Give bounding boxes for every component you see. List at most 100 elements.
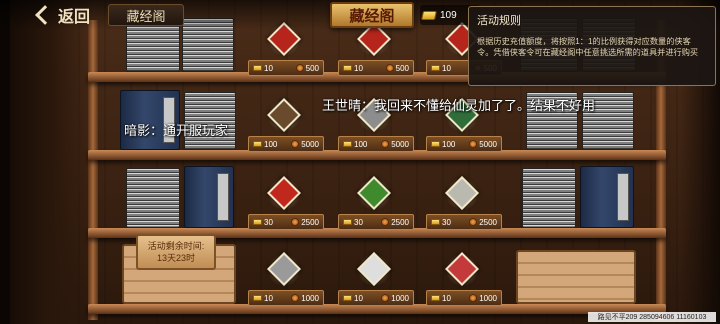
shop-item[interactable]: 30 2500 <box>338 176 414 234</box>
gold-price-value: 30 <box>442 217 451 227</box>
gold-price: 100 <box>431 140 455 149</box>
green-gem-box-icon <box>355 176 395 212</box>
token-coin-icon <box>469 140 478 148</box>
gold-price-value: 100 <box>354 139 368 149</box>
gold-price: 10 <box>431 64 451 73</box>
gold-ingot-icon <box>431 65 440 71</box>
gold-ingot-icon <box>253 219 262 225</box>
token-price: 1000 <box>381 294 409 303</box>
back-label: 返回 <box>58 9 91 26</box>
shop-item[interactable]: 10 1000 <box>426 252 502 310</box>
gold-price: 10 <box>343 294 363 303</box>
blue-book <box>580 166 634 228</box>
token-price: 5000 <box>469 140 497 149</box>
shop-item[interactable]: 30 2500 <box>248 176 324 234</box>
rules-title: 活动规则 <box>477 15 521 27</box>
timer-value: 13天23时 <box>156 253 196 263</box>
gold-price-value: 10 <box>354 63 363 73</box>
player-id-footer: 路见不平209 285094606 11160103 <box>588 312 716 322</box>
gold-price-value: 10 <box>264 293 273 303</box>
token-coin-icon <box>469 218 478 226</box>
token-price-value: 5000 <box>391 139 409 149</box>
back-button[interactable]: 返回 <box>35 4 91 26</box>
token-price-value: 1000 <box>301 293 319 303</box>
item-price-bar: 100 5000 <box>248 136 324 152</box>
shop-item[interactable]: 30 2500 <box>426 176 502 234</box>
item-price-bar: 100 5000 <box>426 136 502 152</box>
chat-message: 王世晴：我回来不懂给仙灵加了了。结果不好用 <box>322 98 596 113</box>
token-coin-icon <box>291 140 300 148</box>
token-price-value: 2500 <box>391 217 409 227</box>
gold-price: 10 <box>343 64 363 73</box>
gold-ingot-icon <box>253 65 262 71</box>
item-price-bar: 30 2500 <box>426 214 502 230</box>
gold-amount: 109 <box>440 9 457 21</box>
token-price: 500 <box>385 63 409 73</box>
item-price-bar: 10 1000 <box>338 290 414 306</box>
token-coin-icon <box>295 64 304 72</box>
token-price-value: 500 <box>395 63 409 73</box>
gold-price-value: 30 <box>264 217 273 227</box>
gold-price: 30 <box>431 218 451 227</box>
gold-price-value: 10 <box>354 293 363 303</box>
gold-price: 10 <box>253 294 273 303</box>
token-coin-icon <box>381 218 390 226</box>
token-price: 2500 <box>291 218 319 227</box>
token-price-value: 2500 <box>479 217 497 227</box>
silver-ore-icon <box>443 176 483 212</box>
item-price-bar: 10 1000 <box>426 290 502 306</box>
gold-ingot-icon <box>253 295 262 301</box>
gold-price: 100 <box>253 140 277 149</box>
shop-item[interactable]: 10 1000 <box>338 252 414 310</box>
left-curtain <box>0 0 92 324</box>
token-price-value: 1000 <box>391 293 409 303</box>
gold-ingot-icon <box>431 141 440 147</box>
gold-price: 30 <box>253 218 273 227</box>
gold-ingot-icon <box>343 295 352 301</box>
red-gem-box-icon <box>265 176 305 212</box>
gold-price: 30 <box>343 218 363 227</box>
token-price-value: 500 <box>305 63 319 73</box>
item-price-bar: 10 500 <box>248 60 324 76</box>
token-coin-icon <box>381 294 390 302</box>
gold-price-value: 100 <box>264 139 278 149</box>
shop-item[interactable]: 10 500 <box>248 22 324 80</box>
gold-ingot-icon <box>431 295 440 301</box>
gold-ingot-icon <box>343 65 352 71</box>
item-price-bar: 10 500 <box>338 60 414 76</box>
gold-price: 100 <box>343 140 367 149</box>
token-coin-icon <box>291 218 300 226</box>
gold-ingot-icon <box>343 219 352 225</box>
silver-shard-icon <box>265 252 305 288</box>
screen-edge <box>0 0 10 324</box>
scroll-portrait-icon <box>265 98 305 134</box>
shop-item[interactable]: 10 500 <box>338 22 414 80</box>
red-silver-crystal-icon <box>443 252 483 288</box>
event-timer-sign: 活动剩余时间: 13天23时 <box>136 234 216 270</box>
tab-library[interactable]: 藏经阁 <box>108 4 184 26</box>
gold-ingot-icon <box>253 141 262 147</box>
token-price: 500 <box>295 63 319 73</box>
shop-item[interactable]: 100 5000 <box>248 98 324 156</box>
rules-text: 根据历史充值额度，将按照1：1的比例获得对应数量的侠客令。凭借侠客令可在藏经阁中… <box>477 37 699 57</box>
page-title: 藏经阁 <box>330 2 414 28</box>
wooden-crate <box>516 250 636 304</box>
token-coin-icon <box>469 294 478 302</box>
token-price: 5000 <box>381 140 409 149</box>
shelf-post-left <box>88 20 98 320</box>
back-arrow-icon <box>35 5 55 25</box>
shop-item[interactable]: 10 1000 <box>248 252 324 310</box>
token-coin-icon <box>291 294 300 302</box>
token-coin-icon <box>385 64 394 72</box>
gold-ingot-icon <box>421 10 437 20</box>
white-crystal-icon <box>355 252 395 288</box>
token-price: 2500 <box>381 218 409 227</box>
gold-price-value: 10 <box>442 293 451 303</box>
item-price-bar: 30 2500 <box>338 214 414 230</box>
token-price: 1000 <box>291 294 319 303</box>
item-price-bar: 100 5000 <box>338 136 414 152</box>
token-coin-icon <box>381 140 390 148</box>
activity-rules-panel: 活动规则 根据历史充值额度，将按照1：1的比例获得对应数量的侠客令。凭借侠客令可… <box>468 6 716 86</box>
gold-price: 10 <box>431 294 451 303</box>
token-price-value: 2500 <box>301 217 319 227</box>
